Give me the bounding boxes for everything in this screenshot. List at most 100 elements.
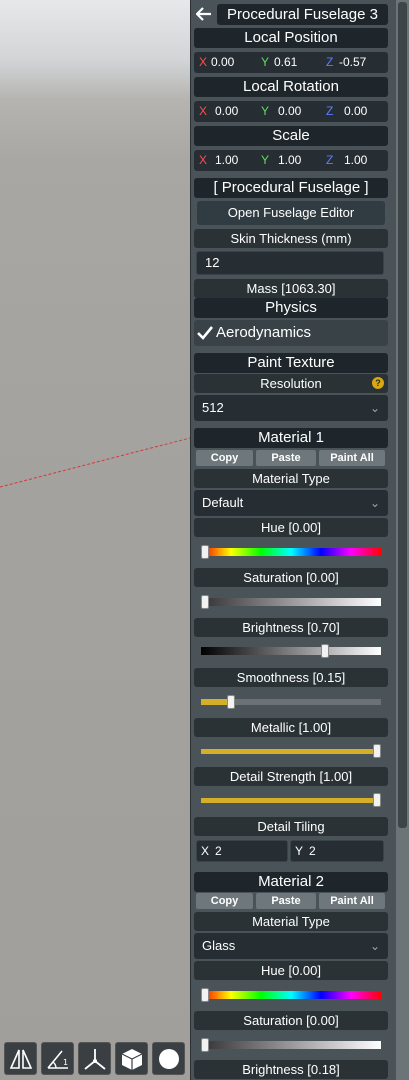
scrollbar-thumb[interactable] xyxy=(398,2,407,828)
local-position-fields: X 0.00 Y 0.61 Z -0.57 xyxy=(194,52,388,73)
chevron-down-icon: ⌄ xyxy=(369,496,380,510)
material1-metallic-slider[interactable] xyxy=(201,744,381,758)
slider-handle[interactable] xyxy=(201,545,209,559)
view-toolbar: 1 xyxy=(4,1042,185,1075)
material1-smoothness-slider[interactable] xyxy=(201,695,381,709)
material1-paste-button[interactable]: Paste xyxy=(256,450,316,466)
material1-saturation-label: Saturation [0.00] xyxy=(194,568,388,587)
x-axis-label: X xyxy=(199,104,208,118)
z-axis-label: Z xyxy=(326,104,334,118)
slider-handle[interactable] xyxy=(373,793,381,807)
rotation-y-input[interactable]: 0.00 xyxy=(278,104,301,118)
material2-header: Material 2 xyxy=(194,872,388,892)
material2-type-value: Glass xyxy=(202,938,236,953)
sphere-view-button[interactable] xyxy=(152,1042,185,1075)
part-title: Procedural Fuselage 3 xyxy=(217,4,388,25)
material1-saturation-slider[interactable] xyxy=(201,595,381,609)
chevron-down-icon: ⌄ xyxy=(369,401,380,415)
y-axis-label: Y xyxy=(295,844,304,858)
help-icon[interactable]: ? xyxy=(372,377,384,389)
x-axis-label: X xyxy=(199,153,208,167)
skin-thickness-label: Skin Thickness (mm) xyxy=(194,229,388,248)
position-x-input[interactable]: 0.00 xyxy=(211,55,234,69)
back-arrow-icon xyxy=(196,7,211,21)
material1-header: Material 1 xyxy=(194,428,388,448)
angle-snap-icon: 1 xyxy=(46,1049,68,1069)
material2-type-dropdown[interactable]: Glass ⌄ xyxy=(194,933,388,959)
aerodynamics-toggle[interactable]: Aerodynamics xyxy=(194,320,388,346)
position-y-input[interactable]: 0.61 xyxy=(274,55,297,69)
material1-brightness-label: Brightness [0.70] xyxy=(194,618,388,637)
3d-viewport[interactable]: 1 xyxy=(0,0,190,1080)
scale-header: Scale xyxy=(194,126,388,146)
local-rotation-header: Local Rotation xyxy=(194,77,388,97)
mass-label: Mass [1063.30] xyxy=(194,279,388,298)
transform-axes-button[interactable] xyxy=(78,1042,111,1075)
slider-handle[interactable] xyxy=(201,1038,209,1052)
material1-metallic-label: Metallic [1.00] xyxy=(194,718,388,737)
svg-text:1: 1 xyxy=(63,1058,68,1067)
material1-smoothness-label: Smoothness [0.15] xyxy=(194,668,388,687)
transform-axes-icon xyxy=(83,1048,106,1070)
position-z-input[interactable]: -0.57 xyxy=(339,55,366,69)
scale-y-input[interactable]: 1.00 xyxy=(278,153,301,167)
scale-fields: X 1.00 Y 1.00 Z 1.00 xyxy=(194,150,388,171)
material1-type-label: Material Type xyxy=(194,469,388,488)
tiling-y-field[interactable]: Y 2 xyxy=(290,840,384,862)
z-axis-label: Z xyxy=(326,55,334,69)
sphere-icon xyxy=(158,1048,179,1069)
paint-texture-header: Paint Texture xyxy=(194,353,388,373)
y-axis-label: Y xyxy=(261,55,270,69)
open-fuselage-editor-button[interactable]: Open Fuselage Editor xyxy=(197,201,385,225)
tiling-x-value: 2 xyxy=(215,844,222,858)
angle-snap-button[interactable]: 1 xyxy=(41,1042,74,1075)
slider-handle[interactable] xyxy=(227,695,235,709)
material1-detail-tiling-label: Detail Tiling xyxy=(194,817,388,836)
z-axis-label: Z xyxy=(326,153,334,167)
material2-paste-button[interactable]: Paste xyxy=(256,893,316,909)
slider-handle[interactable] xyxy=(201,988,209,1002)
rotation-z-input[interactable]: 0.00 xyxy=(344,104,367,118)
aerodynamics-label: Aerodynamics xyxy=(216,324,312,341)
cube-icon xyxy=(121,1048,142,1070)
slider-handle[interactable] xyxy=(201,595,209,609)
slider-handle[interactable] xyxy=(321,644,329,658)
material1-copy-button[interactable]: Copy xyxy=(196,450,253,466)
fuselage-section-header: [ Procedural Fuselage ] xyxy=(194,178,388,198)
tiling-y-value: 2 xyxy=(309,844,316,858)
material2-type-label: Material Type xyxy=(194,912,388,931)
tiling-x-field[interactable]: X 2 xyxy=(196,840,288,862)
material2-hue-slider[interactable] xyxy=(201,988,381,1002)
material1-type-dropdown[interactable]: Default ⌄ xyxy=(194,490,388,516)
local-position-header: Local Position xyxy=(194,28,388,48)
cube-view-button[interactable] xyxy=(115,1042,148,1075)
red-axis-line xyxy=(0,437,190,488)
resolution-dropdown[interactable]: 512 ⌄ xyxy=(194,395,388,421)
slider-handle[interactable] xyxy=(373,744,381,758)
material1-detail-strength-label: Detail Strength [1.00] xyxy=(194,767,388,786)
rotation-x-input[interactable]: 0.00 xyxy=(215,104,238,118)
scale-z-input[interactable]: 1.00 xyxy=(344,153,367,167)
scale-x-input[interactable]: 1.00 xyxy=(215,153,238,167)
panel-scrollbar[interactable] xyxy=(396,0,409,1080)
resolution-label: Resolution xyxy=(194,374,388,393)
material2-brightness-label: Brightness [0.18] xyxy=(194,1060,388,1079)
back-button[interactable] xyxy=(194,4,214,24)
skin-thickness-input[interactable]: 12 xyxy=(196,251,384,275)
chevron-down-icon: ⌄ xyxy=(369,939,380,953)
material2-saturation-label: Saturation [0.00] xyxy=(194,1011,388,1030)
x-axis-label: X xyxy=(201,844,210,858)
symmetry-button[interactable] xyxy=(4,1042,37,1075)
material2-copy-button[interactable]: Copy xyxy=(196,893,253,909)
material1-paint-all-button[interactable]: Paint All xyxy=(319,450,385,466)
material1-type-value: Default xyxy=(202,495,244,510)
material1-brightness-slider[interactable] xyxy=(201,644,381,658)
material2-paint-all-button[interactable]: Paint All xyxy=(319,893,385,909)
material1-detail-strength-slider[interactable] xyxy=(201,793,381,807)
material1-hue-label: Hue [0.00] xyxy=(194,518,388,537)
slider-fill xyxy=(201,699,228,705)
material2-saturation-slider[interactable] xyxy=(201,1038,381,1052)
y-axis-label: Y xyxy=(261,153,270,167)
material1-hue-slider[interactable] xyxy=(201,545,381,559)
y-axis-label: Y xyxy=(261,104,270,118)
